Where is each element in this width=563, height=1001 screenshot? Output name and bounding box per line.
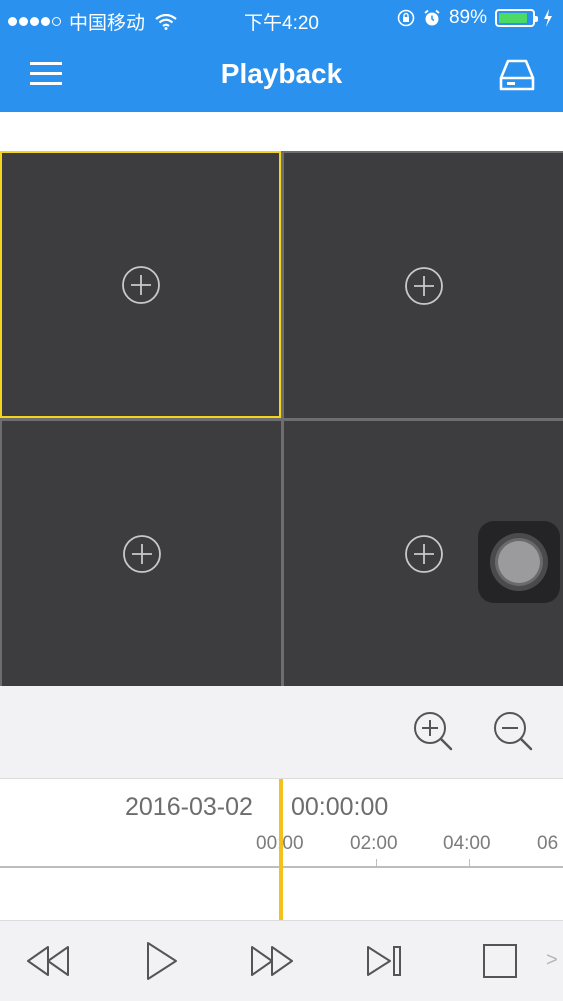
- storage-drive-icon[interactable]: [499, 58, 535, 92]
- tick-label: 04:00: [443, 833, 491, 854]
- video-grid: [0, 151, 563, 686]
- battery-level: [499, 13, 528, 23]
- timeline[interactable]: 2016-03-02 00:00:00 00:00 02:00 04:00 06: [0, 779, 563, 920]
- more-controls-arrow[interactable]: >: [546, 949, 558, 972]
- video-cell-1[interactable]: [0, 151, 281, 418]
- charging-icon: [544, 9, 552, 27]
- fast-forward-icon[interactable]: [248, 941, 296, 981]
- zoom-toolbar: [0, 686, 563, 779]
- status-bar: 中国移动 下午4:20 89%: [0, 0, 563, 38]
- nav-bar: Playback: [0, 38, 563, 112]
- zoom-in-icon[interactable]: [412, 710, 454, 752]
- add-channel-icon[interactable]: [122, 534, 162, 574]
- rotation-lock-icon: [397, 9, 415, 27]
- rewind-icon[interactable]: [24, 941, 72, 981]
- stop-icon[interactable]: [476, 941, 524, 981]
- timeline-time: 00:00:00: [291, 793, 389, 821]
- video-cell-2[interactable]: [284, 153, 563, 418]
- zoom-out-icon[interactable]: [492, 710, 534, 752]
- playback-controls: >: [0, 920, 563, 1001]
- step-forward-icon[interactable]: [362, 941, 410, 981]
- play-icon[interactable]: [138, 941, 186, 981]
- page-title: Playback: [220, 58, 343, 89]
- battery-percent: 89%: [448, 7, 487, 28]
- add-channel-icon[interactable]: [404, 534, 444, 574]
- timeline-date: 2016-03-02: [125, 793, 253, 821]
- add-channel-icon[interactable]: [121, 265, 161, 305]
- video-cell-3[interactable]: [2, 421, 281, 686]
- tick-label: 02:00: [350, 833, 398, 854]
- alarm-icon: [424, 9, 440, 26]
- assistive-touch-button[interactable]: [478, 521, 560, 603]
- add-channel-icon[interactable]: [404, 266, 444, 306]
- tick-label: 06: [537, 833, 559, 854]
- status-right: 89%: [397, 7, 553, 29]
- timeline-cursor[interactable]: [279, 779, 283, 920]
- battery-icon: [495, 9, 538, 27]
